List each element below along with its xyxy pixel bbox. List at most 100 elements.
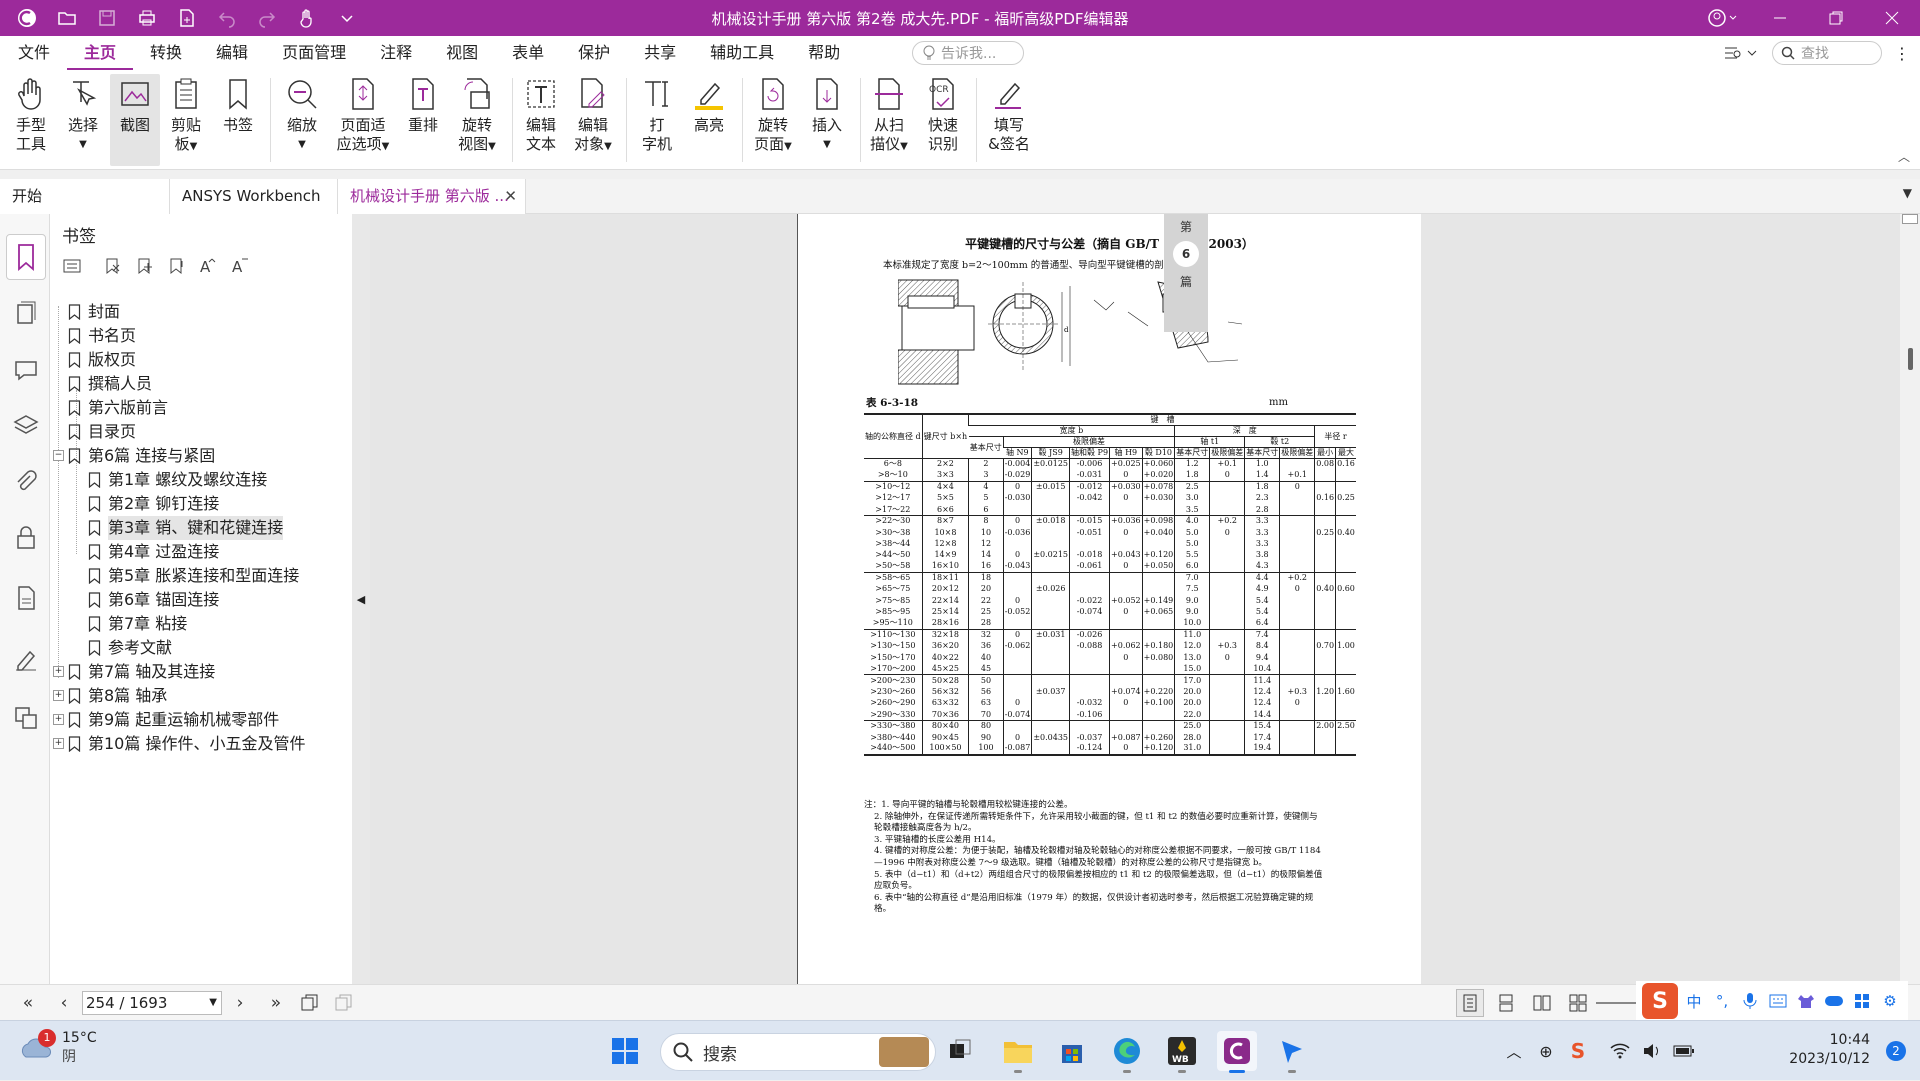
edit-text-button[interactable]: 编辑 文本 — [518, 74, 564, 166]
wifi-icon[interactable] — [1604, 1031, 1636, 1071]
file-explorer-button[interactable] — [998, 1031, 1038, 1073]
punctuation-icon[interactable]: °, — [1710, 989, 1734, 1013]
insert-button[interactable]: 插入 ▼ — [804, 74, 850, 166]
add-child-bookmark-icon[interactable] — [164, 254, 188, 278]
game-icon[interactable] — [1822, 989, 1846, 1013]
bookmark-item[interactable]: 第3章 销、键和花键连接 — [50, 516, 350, 540]
continuous-facing-icon[interactable] — [1564, 989, 1592, 1017]
tab-ansys[interactable]: ANSYS Workbench有... — [170, 179, 338, 240]
undo-icon[interactable] — [210, 3, 244, 33]
destinations-panel-icon[interactable] — [12, 704, 40, 732]
battery-icon[interactable] — [1668, 1031, 1700, 1071]
skin-icon[interactable] — [1794, 989, 1818, 1013]
save-icon[interactable] — [90, 3, 124, 33]
expand-icon[interactable]: + — [53, 690, 64, 701]
start-button[interactable] — [605, 1031, 645, 1071]
document-viewport[interactable]: 平键键槽的尺寸与公差（摘自 GB/T 1095—2003） 本标准规定了宽度 b… — [370, 214, 1900, 984]
toolbox-icon[interactable] — [1850, 989, 1874, 1013]
signature-panel-icon[interactable] — [12, 644, 40, 672]
print-icon[interactable] — [130, 3, 164, 33]
facing-page-icon[interactable] — [1528, 989, 1556, 1017]
reflow-button[interactable]: 重排 — [400, 74, 446, 166]
bookmark-item[interactable]: 第1章 螺纹及螺纹连接 — [50, 468, 350, 492]
select-tool-button[interactable]: 选择 ▼ — [60, 74, 106, 166]
menu-accessibility[interactable]: 辅助工具 — [693, 36, 791, 70]
expand-bookmark-icon[interactable]: A — [196, 254, 220, 278]
menu-edit[interactable]: 编辑 — [199, 36, 265, 70]
collapse-bookmark-icon[interactable]: A — [228, 254, 252, 278]
tab-handbook[interactable]: 机械设计手册 第六版 ... ✕ — [338, 179, 526, 214]
weather-widget[interactable]: 1 15°C 阴 — [18, 1029, 97, 1067]
bookmark-item[interactable]: 第4章 过盈连接 — [50, 540, 350, 564]
hand-tool-quick-icon[interactable] — [290, 3, 324, 33]
expand-icon[interactable]: + — [53, 714, 64, 725]
bookmark-item[interactable]: 第六版前言 — [50, 396, 350, 420]
tell-me-search[interactable]: 告诉我... — [912, 41, 1024, 65]
pages-panel-icon[interactable] — [12, 300, 40, 328]
collapse-ribbon-icon[interactable]: ︿ — [1898, 148, 1910, 165]
comments-panel-icon[interactable] — [12, 356, 40, 384]
foxit-logo-icon[interactable] — [10, 3, 44, 33]
bookmark-item[interactable]: + 第7篇 轴及其连接 — [50, 660, 350, 684]
bookmark-options-icon[interactable] — [60, 254, 84, 278]
menu-form[interactable]: 表单 — [495, 36, 561, 70]
from-scanner-button[interactable]: 从扫 描仪▼ — [866, 74, 912, 166]
collapse-panel-icon[interactable]: ◀ — [357, 593, 365, 606]
input-method-icon[interactable]: ⊕ — [1530, 1031, 1562, 1071]
bookmark-item[interactable]: + 第9篇 起重运输机械零部件 — [50, 708, 350, 732]
notification-badge[interactable]: 2 — [1886, 1041, 1906, 1061]
scroll-up-icon[interactable] — [1902, 214, 1918, 224]
vertical-scrollbar[interactable] — [1900, 214, 1920, 984]
bookmarks-panel-icon[interactable] — [6, 234, 46, 280]
expand-icon[interactable]: + — [53, 738, 64, 749]
tab-start[interactable]: 开始 — [0, 179, 170, 214]
show-hidden-icons[interactable]: ︿ — [1498, 1031, 1530, 1071]
fit-page-button[interactable]: 页面适 应选项▼ — [334, 74, 392, 166]
bookmark-item[interactable]: 书名页 — [50, 324, 350, 348]
scrollbar-thumb[interactable] — [1908, 348, 1913, 370]
next-view-icon[interactable] — [332, 991, 356, 1015]
menu-help[interactable]: 帮助 — [791, 36, 857, 70]
menu-home[interactable]: 主页 — [67, 36, 134, 70]
panel-splitter[interactable]: ◀ — [352, 214, 370, 984]
rotate-view-button[interactable]: 旋转 视图▼ — [452, 74, 502, 166]
content-panel-icon[interactable] — [12, 584, 40, 612]
clipboard-button[interactable]: 剪贴 板▼ — [164, 74, 208, 166]
collapse-icon[interactable]: − — [53, 450, 64, 461]
keyboard-icon[interactable] — [1766, 989, 1790, 1013]
view-options-icon[interactable] — [1724, 42, 1766, 64]
ime-lang-label[interactable]: 中 — [1682, 989, 1706, 1013]
customize-dropdown-icon[interactable] — [330, 3, 364, 33]
bookmark-item[interactable]: 第5章 胀紧连接和型面连接 — [50, 564, 350, 588]
hand-tool-button[interactable]: 手型 工具 — [8, 74, 54, 166]
quick-ocr-button[interactable]: OCR 快速 识别 — [920, 74, 966, 166]
bookmark-item[interactable]: 目录页 — [50, 420, 350, 444]
close-icon[interactable] — [1864, 0, 1920, 36]
clock[interactable]: 10:44 2023/10/12 — [1789, 1031, 1870, 1069]
menu-view[interactable]: 视图 — [429, 36, 495, 70]
foxit-pdf-button[interactable] — [1217, 1031, 1257, 1073]
volume-icon[interactable] — [1636, 1031, 1668, 1071]
minimize-icon[interactable] — [1752, 0, 1808, 36]
more-options-icon[interactable]: ⋮ — [1892, 42, 1912, 64]
zoom-button[interactable]: 缩放 ▼ — [280, 74, 324, 166]
edit-object-button[interactable]: 编辑 对象▼ — [570, 74, 616, 166]
ansys-workbench-button[interactable]: WB — [1162, 1031, 1202, 1073]
bookmark-item[interactable]: + 第10篇 操作件、小五金及管件 — [50, 732, 350, 756]
microphone-icon[interactable] — [1738, 989, 1762, 1013]
sogou-tray-icon[interactable]: S — [1562, 1031, 1594, 1071]
close-tab-icon[interactable]: ✕ — [504, 179, 517, 214]
tab-list-dropdown-icon[interactable]: ▼ — [1903, 186, 1912, 200]
expand-icon[interactable]: + — [53, 666, 64, 677]
ime-settings-icon[interactable]: ⚙ — [1878, 989, 1902, 1013]
feishu-button[interactable] — [1272, 1031, 1312, 1073]
single-page-icon[interactable] — [1456, 989, 1484, 1017]
page-number-input[interactable]: 254 / 1693 ▼ — [82, 991, 222, 1015]
continuous-page-icon[interactable] — [1492, 989, 1520, 1017]
sogou-logo-icon[interactable]: S — [1642, 983, 1678, 1019]
menu-file[interactable]: 文件 — [1, 36, 67, 70]
edge-browser-button[interactable] — [1107, 1031, 1147, 1073]
bookmark-item[interactable]: 封面 — [50, 300, 350, 324]
next-page-icon[interactable]: › — [228, 991, 252, 1015]
typewriter-button[interactable]: 打字机 — [634, 74, 680, 166]
